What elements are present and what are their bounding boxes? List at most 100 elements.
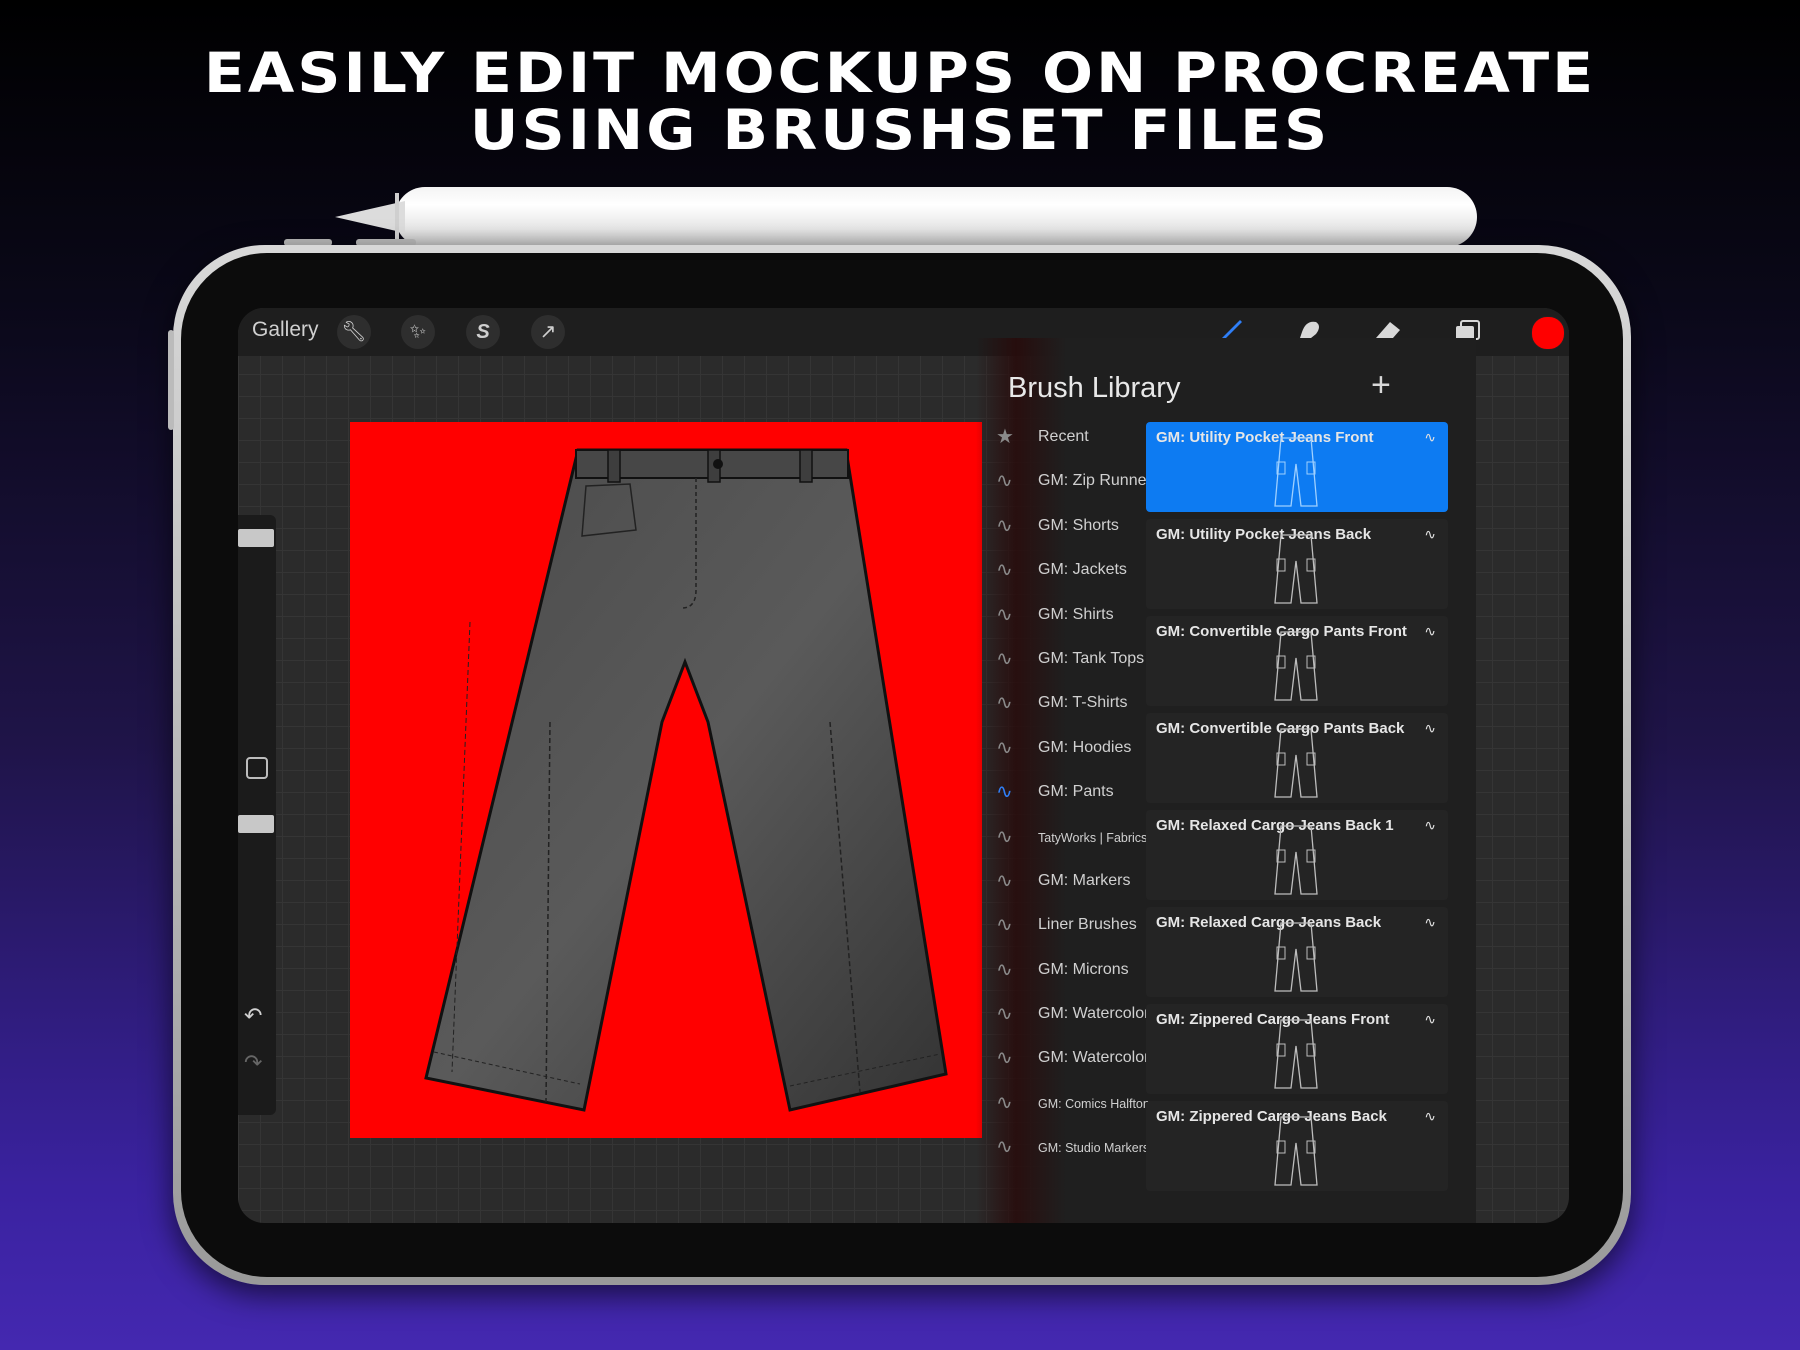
- brush-stroke-icon: ∿: [1424, 429, 1436, 445]
- pants-preview-thumbnail: [1274, 1019, 1318, 1089]
- star-icon: ★: [996, 426, 1014, 448]
- brush-stroke-icon: ∿: [996, 781, 1013, 804]
- brush-set-label: GM: Studio Markers: [1038, 1141, 1150, 1156]
- brush-stroke-icon: ∿: [996, 736, 1013, 759]
- pants-preview-thumbnail: [1274, 534, 1318, 604]
- brush-stroke-icon: ∿: [996, 825, 1013, 848]
- magic-wand-icon[interactable]: ✨︎: [401, 315, 435, 349]
- brush-size-slider[interactable]: [238, 529, 274, 547]
- brush-set-label: GM: Watercolor: [1038, 1005, 1150, 1023]
- brush-set-label: GM: Watercolor 2: [1038, 1049, 1163, 1067]
- brush-set-label: GM: Comics Halftone: [1038, 1096, 1157, 1111]
- headline: EASILY EDIT MOCKUPS ON PROCREATE USING B…: [0, 45, 1800, 159]
- brush-set-list: ★ Recent ∿ GM: Zip Runner ∿ GM: Shorts ∿ GM: Ja…: [996, 418, 1163, 1173]
- brush-item[interactable]: GM: Convertible Cargo Pants Back ∿: [1146, 713, 1448, 803]
- opacity-slider[interactable]: [238, 815, 274, 833]
- headline-line-1: EASILY EDIT MOCKUPS ON PROCREATE: [203, 41, 1597, 106]
- pants-mockup: [424, 448, 948, 1112]
- brush-stroke-icon: ∿: [996, 1136, 1013, 1159]
- brush-name: GM: Utility Pocket Jeans Front: [1156, 429, 1374, 446]
- brush-item[interactable]: GM: Zippered Cargo Jeans Front ∿: [1146, 1004, 1448, 1094]
- brush-set-label: GM: Jackets: [1038, 561, 1127, 579]
- brush-set-item[interactable]: ∿ GM: Jackets: [996, 551, 1156, 595]
- brush-item[interactable]: GM: Convertible Cargo Pants Front ∿: [1146, 616, 1448, 706]
- brush-set-label: GM: T-Shirts: [1038, 694, 1128, 712]
- pants-preview-thumbnail: [1274, 728, 1318, 798]
- brush-stroke-icon: ∿: [996, 958, 1013, 981]
- brush-item[interactable]: GM: Zippered Cargo Jeans Back ∿: [1146, 1101, 1448, 1191]
- redo-icon[interactable]: ↷: [244, 1050, 262, 1076]
- color-picker-button[interactable]: [1531, 316, 1565, 350]
- brush-set-item[interactable]: ∿ GM: Shirts: [996, 596, 1156, 640]
- brush-library-panel: Brush Library + ★ Recent ∿ GM: Zip Runner ∿ G…: [976, 338, 1476, 1223]
- brush-item[interactable]: GM: Relaxed Cargo Jeans Back ∿: [1146, 907, 1448, 997]
- brush-name: GM: Relaxed Cargo Jeans Back: [1156, 914, 1382, 931]
- undo-icon[interactable]: ↶: [244, 1003, 262, 1029]
- brush-set-item[interactable]: ∿ GM: Microns: [996, 951, 1156, 995]
- brush-stroke-icon: ∿: [996, 914, 1013, 937]
- pants-preview-thumbnail: [1274, 1116, 1318, 1186]
- brush-stroke-icon: ∿: [996, 1047, 1013, 1070]
- brush-set-item[interactable]: ∿ GM: Tank Tops: [996, 640, 1156, 684]
- brush-set-label: Recent: [1038, 428, 1089, 445]
- brush-set-item[interactable]: ∿ GM: Zip Runner: [996, 462, 1156, 506]
- selection-s-icon[interactable]: S: [466, 315, 500, 349]
- brush-set-item[interactable]: ∿ Liner Brushes: [996, 906, 1156, 950]
- brush-stroke-icon: ∿: [996, 1003, 1013, 1026]
- brush-set-label: GM: Shorts: [1038, 516, 1119, 534]
- brush-stroke-icon: ∿: [996, 692, 1013, 715]
- brush-set-label: GM: Shirts: [1038, 605, 1114, 623]
- brush-set-item[interactable]: ∿ GM: Comics Halftone: [996, 1084, 1157, 1128]
- brush-set-item[interactable]: ∿ GM: Watercolor: [996, 995, 1156, 1039]
- pants-preview-thumbnail: [1274, 437, 1318, 507]
- brush-set-label: GM: Tank Tops: [1038, 649, 1145, 667]
- brush-stroke-icon: ∿: [996, 470, 1013, 493]
- modify-button[interactable]: [246, 757, 268, 779]
- brush-item[interactable]: GM: Utility Pocket Jeans Back ∿: [1146, 519, 1448, 609]
- brush-stroke-icon: ∿: [996, 559, 1013, 582]
- brush-set-label: GM: Markers: [1038, 871, 1131, 889]
- apple-pencil: [335, 187, 1477, 247]
- brush-set-item[interactable]: ∿ GM: Hoodies: [996, 729, 1156, 773]
- brush-set-item[interactable]: ∿ TatyWorks | Fabrics: [996, 818, 1156, 862]
- brush-set-label: GM: Microns: [1038, 960, 1129, 978]
- brush-name: GM: Utility Pocket Jeans Back: [1156, 526, 1372, 543]
- power-button: [168, 330, 174, 430]
- add-brush-set-button[interactable]: +: [1371, 366, 1391, 405]
- brush-stroke-icon: ∿: [1424, 1011, 1436, 1027]
- brush-stroke-icon: ∿: [1424, 914, 1436, 930]
- pants-preview-thumbnail: [1274, 825, 1318, 895]
- brush-stroke-icon: ∿: [1424, 526, 1436, 542]
- gallery-button[interactable]: Gallery: [252, 318, 319, 342]
- pants-preview-thumbnail: [1274, 922, 1318, 992]
- brush-set-label: GM: Hoodies: [1038, 738, 1132, 756]
- brush-set-item[interactable]: ∿ GM: T-Shirts: [996, 684, 1156, 728]
- brush-library-title: Brush Library: [1008, 372, 1181, 404]
- brush-set-label: Liner Brushes: [1038, 916, 1137, 934]
- artwork-canvas[interactable]: [350, 422, 982, 1138]
- brush-stroke-icon: ∿: [996, 647, 1013, 670]
- headline-line-2: USING BRUSHSET FILES: [469, 98, 1331, 163]
- brush-set-item[interactable]: ∿ GM: Watercolor 2: [996, 1039, 1163, 1083]
- pants-preview-thumbnail: [1274, 631, 1318, 701]
- left-sidebar: ↶ ↷: [238, 515, 276, 1115]
- brush-set-item[interactable]: ∿ GM: Studio Markers: [996, 1128, 1156, 1172]
- brush-stroke-icon: ∿: [996, 603, 1013, 626]
- brush-set-item[interactable]: ★ Recent: [996, 418, 1156, 462]
- brush-stroke-icon: ∿: [1424, 720, 1436, 736]
- wrench-icon[interactable]: 🔧︎: [337, 315, 371, 349]
- arrow-transform-icon[interactable]: ↗: [531, 315, 565, 349]
- brush-item[interactable]: GM: Utility Pocket Jeans Front ∿: [1146, 422, 1448, 512]
- brush-set-item[interactable]: ∿ GM: Pants: [996, 773, 1156, 817]
- brush-set-item[interactable]: ∿ GM: Markers: [996, 862, 1156, 906]
- procreate-screen: Gallery 🔧︎ ✨︎ S ↗ ↶ ↷ Brush Library + ★ …: [238, 308, 1569, 1223]
- brush-item[interactable]: GM: Relaxed Cargo Jeans Back 1 ∿: [1146, 810, 1448, 900]
- brush-set-label: TatyWorks | Fabrics: [1038, 830, 1148, 845]
- brush-set-label: GM: Pants: [1038, 783, 1114, 801]
- brush-stroke-icon: ∿: [996, 514, 1013, 537]
- brush-stroke-icon: ∿: [996, 1091, 1013, 1114]
- brush-stroke-icon: ∿: [1424, 623, 1436, 639]
- brush-set-item[interactable]: ∿ GM: Shorts: [996, 507, 1156, 551]
- brush-stroke-icon: ∿: [1424, 817, 1436, 833]
- brush-set-label: GM: Zip Runner: [1038, 472, 1152, 490]
